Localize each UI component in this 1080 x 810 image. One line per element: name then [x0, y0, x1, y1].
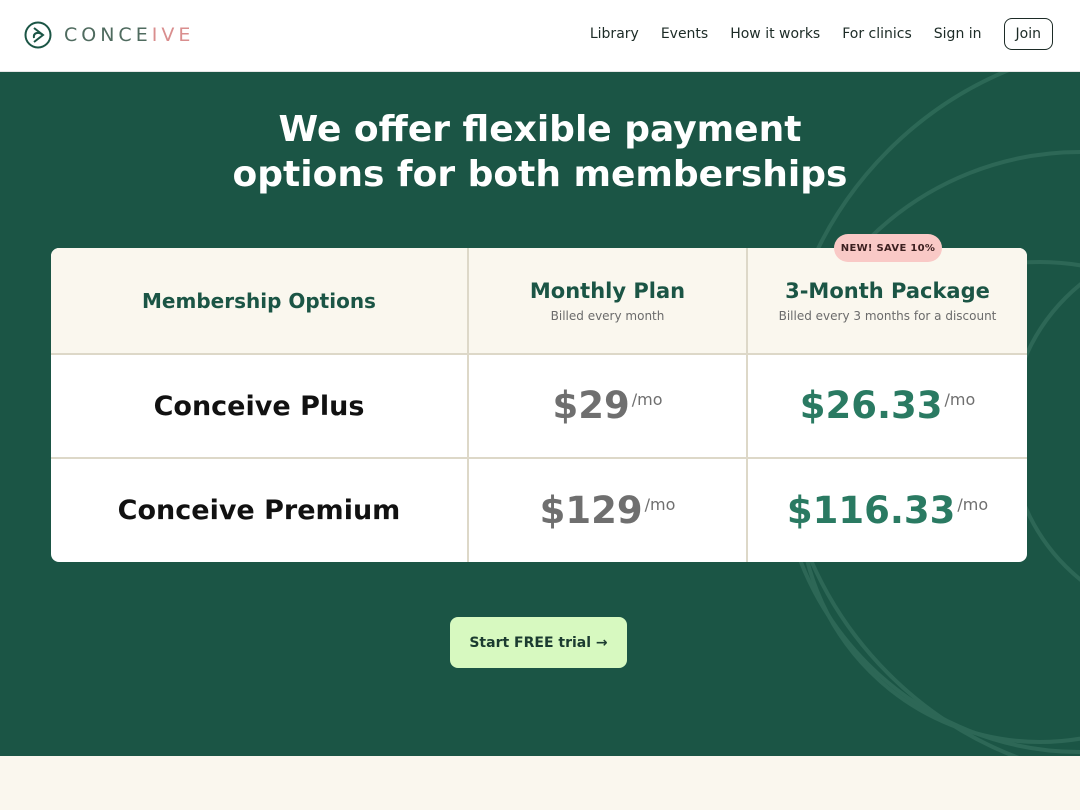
- nav-link-events[interactable]: Events: [661, 26, 708, 42]
- plan-name: Conceive Premium: [117, 495, 401, 526]
- table-row: Conceive Plus $29 /mo $26.33 /mo: [51, 355, 1027, 459]
- pricing-hero: We offer flexible payment options for bo…: [0, 72, 1080, 756]
- membership-options-label: Membership Options: [142, 288, 376, 313]
- header-cell-quarterly: 3-Month Package Billed every 3 months fo…: [748, 248, 1027, 353]
- price-unit: /mo: [644, 494, 676, 514]
- page-title: We offer flexible payment options for bo…: [140, 107, 940, 197]
- pricing-table: Membership Options Monthly Plan Billed e…: [51, 248, 1027, 562]
- next-section: [0, 756, 1080, 810]
- plan-name: Conceive Plus: [153, 390, 365, 422]
- price: $116.33 /mo: [786, 488, 989, 532]
- monthly-price-cell: $129 /mo: [469, 459, 748, 562]
- table-row: Conceive Premium $129 /mo $116.33 /mo: [51, 459, 1027, 562]
- page-title-line1: We offer flexible payment: [278, 109, 802, 150]
- brand-wordmark: CONCEIVE: [64, 24, 194, 46]
- price-value: $129: [539, 488, 643, 532]
- price-unit: /mo: [631, 390, 663, 409]
- header-cell-options: Membership Options: [51, 248, 469, 353]
- logo-icon: [24, 21, 52, 49]
- price: $26.33 /mo: [800, 386, 976, 426]
- monthly-plan-title: Monthly Plan: [529, 278, 686, 303]
- quarterly-price-cell: $26.33 /mo: [748, 355, 1027, 457]
- price-value: $116.33: [786, 488, 956, 532]
- page-title-line2: options for both memberships: [232, 154, 848, 195]
- price-value: $29: [552, 384, 630, 427]
- price: $29 /mo: [553, 386, 663, 426]
- header-cell-monthly: Monthly Plan Billed every month: [469, 248, 748, 353]
- quarterly-plan-subtitle: Billed every 3 months for a discount: [778, 308, 997, 323]
- monthly-price-cell: $29 /mo: [469, 355, 748, 457]
- nav-link-library[interactable]: Library: [590, 26, 639, 42]
- brand-name-part2: IVE: [151, 24, 195, 46]
- quarterly-plan-title: 3-Month Package: [785, 278, 990, 303]
- quarterly-price-cell: $116.33 /mo: [748, 459, 1027, 562]
- join-button[interactable]: Join: [1003, 18, 1053, 50]
- discount-badge: NEW! SAVE 10%: [834, 234, 942, 262]
- nav-link-sign-in[interactable]: Sign in: [934, 26, 982, 42]
- price: $129 /mo: [539, 488, 676, 532]
- plan-name-cell: Conceive Plus: [51, 355, 469, 457]
- price-value: $26.33: [799, 384, 943, 427]
- monthly-plan-subtitle: Billed every month: [550, 308, 665, 323]
- brand-name-part1: CONCE: [64, 24, 152, 46]
- table-header-row: Membership Options Monthly Plan Billed e…: [51, 248, 1027, 355]
- start-free-trial-button[interactable]: Start FREE trial →: [450, 617, 627, 668]
- nav-link-how-it-works[interactable]: How it works: [730, 26, 820, 42]
- price-unit: /mo: [944, 390, 976, 409]
- brand-logo[interactable]: CONCEIVE: [24, 19, 194, 51]
- main-nav: Library Events How it works For clinics …: [568, 18, 1053, 50]
- nav-link-for-clinics[interactable]: For clinics: [842, 26, 912, 42]
- price-unit: /mo: [957, 494, 989, 514]
- site-header: CONCEIVE Library Events How it works For…: [0, 0, 1080, 72]
- plan-name-cell: Conceive Premium: [51, 459, 469, 562]
